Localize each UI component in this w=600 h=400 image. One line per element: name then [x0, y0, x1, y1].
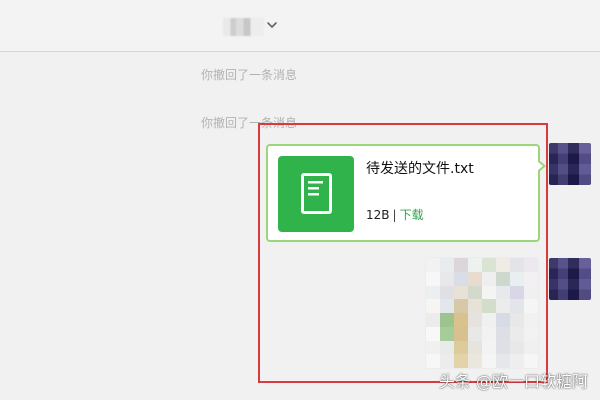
download-link[interactable]: 下载 — [400, 208, 424, 222]
image-pixel — [510, 313, 524, 327]
image-pixel — [426, 340, 440, 355]
image-pixel — [482, 340, 496, 355]
image-pixel — [510, 285, 524, 300]
image-pixel — [454, 299, 468, 313]
image-pixel — [426, 258, 440, 272]
image-pixel — [454, 354, 468, 368]
image-pixel — [524, 340, 538, 355]
file-message-card[interactable]: 待发送的文件.txt 12B | 下载 — [266, 144, 546, 242]
recall-notice: 你撤回了一条消息 — [201, 116, 298, 130]
image-pixel — [426, 285, 440, 300]
image-pixel — [454, 340, 468, 355]
image-message[interactable] — [425, 257, 539, 369]
image-pixel — [482, 354, 496, 368]
file-meta-separator: | — [392, 208, 397, 222]
contact-name[interactable] — [223, 18, 264, 36]
image-pixel — [524, 285, 538, 300]
document-icon — [301, 173, 332, 214]
image-pixel — [524, 299, 538, 313]
image-pixel — [426, 326, 440, 341]
user-avatar[interactable] — [549, 258, 591, 300]
file-icon-tile — [278, 156, 354, 232]
chat-header — [0, 0, 600, 52]
file-size: 12B — [366, 208, 390, 222]
image-pixel — [482, 271, 496, 286]
image-pixel — [426, 313, 440, 327]
image-pixel — [510, 299, 524, 313]
image-pixel — [510, 354, 524, 368]
image-pixel — [468, 271, 482, 286]
image-pixel — [524, 354, 538, 368]
image-pixel — [468, 354, 482, 368]
image-pixel — [440, 299, 454, 313]
image-pixel — [468, 258, 482, 272]
image-pixel — [496, 354, 510, 368]
blurred-image-content — [426, 258, 538, 368]
image-pixel — [510, 340, 524, 355]
image-pixel — [524, 271, 538, 286]
image-pixel — [454, 271, 468, 286]
image-pixel — [496, 313, 510, 327]
image-pixel — [496, 326, 510, 341]
image-pixel — [440, 258, 454, 272]
image-pixel — [468, 285, 482, 300]
image-pixel — [468, 313, 482, 327]
image-pixel — [468, 326, 482, 341]
image-pixel — [454, 258, 468, 272]
image-pixel — [440, 354, 454, 368]
image-pixel — [496, 340, 510, 355]
image-pixel — [524, 326, 538, 341]
image-pixel — [496, 258, 510, 272]
image-pixel — [510, 326, 524, 341]
image-pixel — [426, 354, 440, 368]
image-pixel — [496, 299, 510, 313]
image-pixel — [440, 326, 454, 341]
image-pixel — [524, 313, 538, 327]
image-pixel — [468, 340, 482, 355]
image-pixel — [454, 326, 468, 341]
image-pixel — [496, 285, 510, 300]
user-avatar[interactable] — [549, 143, 591, 185]
image-pixel — [510, 258, 524, 272]
chevron-down-icon[interactable] — [265, 18, 279, 32]
recall-notice: 你撤回了一条消息 — [201, 68, 298, 82]
image-pixel — [510, 271, 524, 286]
watermark: 头条 @欧一口软糖阿 — [438, 372, 588, 391]
image-pixel — [426, 271, 440, 286]
image-pixel — [468, 299, 482, 313]
image-pixel — [524, 258, 538, 272]
image-pixel — [454, 313, 468, 327]
image-pixel — [440, 285, 454, 300]
image-pixel — [440, 313, 454, 327]
image-pixel — [454, 285, 468, 300]
image-pixel — [426, 299, 440, 313]
image-pixel — [482, 299, 496, 313]
image-pixel — [440, 340, 454, 355]
image-pixel — [482, 258, 496, 272]
image-pixel — [482, 313, 496, 327]
image-pixel — [482, 326, 496, 341]
file-meta: 12B | 下载 — [366, 206, 424, 223]
image-pixel — [440, 271, 454, 286]
image-pixel — [496, 271, 510, 286]
image-pixel — [482, 285, 496, 300]
file-name: 待发送的文件.txt — [366, 161, 474, 177]
